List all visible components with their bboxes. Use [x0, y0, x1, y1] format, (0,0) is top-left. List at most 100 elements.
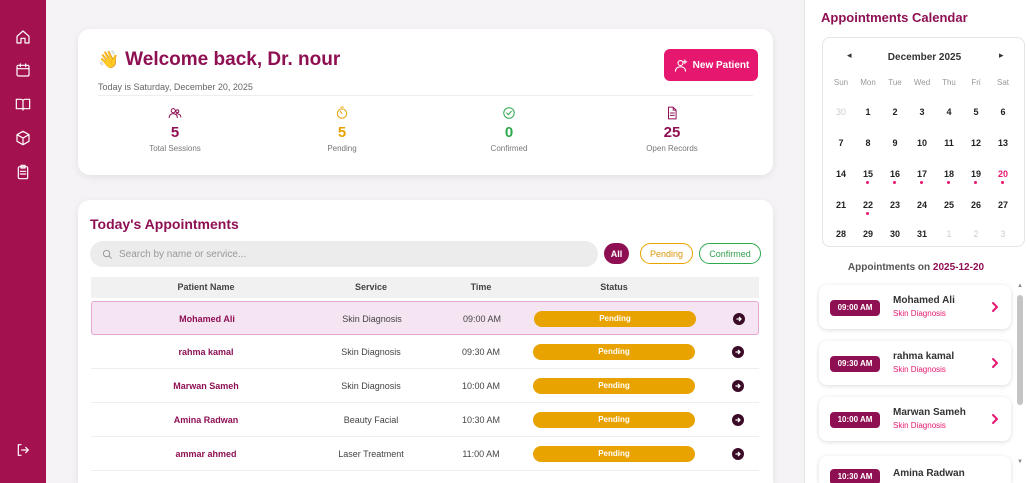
scrollbar[interactable]: ▲ ▼ — [1016, 283, 1024, 473]
stat-label: Confirmed — [490, 144, 528, 153]
calendar-day[interactable]: 6 — [991, 104, 1015, 120]
calendar-day[interactable]: 2 — [883, 104, 907, 120]
calendar-day[interactable]: 5 — [964, 104, 988, 120]
calendar-day-number: 17 — [916, 169, 927, 179]
appointment-card[interactable]: 09:00 AM Mohamed Ali Skin Diagnosis — [819, 285, 1011, 329]
book-icon[interactable] — [13, 94, 33, 114]
column-time: Time — [470, 282, 492, 292]
calendar-day[interactable]: 14 — [829, 166, 853, 182]
calendar-day[interactable]: 1 — [856, 104, 880, 120]
time: 09:30 AM — [461, 347, 501, 357]
arrow-right-icon[interactable] — [732, 414, 744, 426]
arrow-right-icon[interactable] — [732, 346, 744, 358]
calendar-day[interactable]: 23 — [883, 197, 907, 213]
calendar-day[interactable]: 17 — [910, 166, 934, 184]
cube-icon[interactable] — [13, 128, 33, 148]
calendar-day[interactable]: 10 — [910, 135, 934, 151]
scroll-up-arrow[interactable]: ▲ — [1017, 283, 1023, 289]
calendar-day[interactable]: 25 — [937, 197, 961, 213]
appointment-service: Skin Diagnosis — [893, 365, 946, 374]
appointments-title: Today's Appointments — [90, 216, 239, 232]
calendar-day[interactable]: 19 — [964, 166, 988, 184]
calendar-day[interactable]: 18 — [937, 166, 961, 184]
weekday-label: Sat — [996, 78, 1009, 87]
calendar-day[interactable]: 30 — [883, 226, 907, 242]
calendar-icon[interactable] — [13, 60, 33, 80]
calendar-day[interactable]: 1 — [937, 226, 961, 242]
calendar-day[interactable]: 2 — [964, 226, 988, 242]
calendar-day[interactable]: 3 — [991, 226, 1015, 242]
appointment-patient: Mohamed Ali — [893, 295, 955, 306]
calendar-day[interactable]: 11 — [937, 135, 961, 151]
table-row[interactable]: Marwan Sameh Skin Diagnosis 10:00 AM Pen… — [91, 369, 759, 403]
weekday-label: Mon — [860, 78, 876, 87]
calendar-day[interactable]: 29 — [856, 226, 880, 242]
timer-icon — [282, 106, 402, 124]
day-title-prefix: Appointments on — [847, 262, 931, 273]
filter-confirmed-button[interactable]: Confirmed — [699, 243, 761, 264]
calendar-day[interactable]: 21 — [829, 197, 853, 213]
appointment-dot — [1001, 181, 1004, 184]
patient-name: Amina Radwan — [173, 415, 239, 425]
time: 09:00 AM — [462, 314, 502, 324]
calendar-day[interactable]: 24 — [910, 197, 934, 213]
calendar-day[interactable]: 22 — [856, 197, 880, 215]
stat-value: 0 — [504, 124, 514, 141]
new-patient-button[interactable]: New Patient — [664, 49, 758, 81]
time: 11:00 AM — [462, 449, 500, 459]
status-badge: Pending — [533, 378, 695, 394]
welcome-card: 👋 Welcome back, Dr. nour Today is Saturd… — [78, 29, 773, 175]
appointment-card[interactable]: 10:00 AM Marwan Sameh Skin Diagnosis — [819, 397, 1011, 441]
stat-value: 25 — [663, 124, 681, 141]
table-row[interactable]: Amina Radwan Beauty Facial 10:30 AM Pend… — [91, 403, 759, 437]
calendar-day[interactable]: 8 — [856, 135, 880, 151]
calendar-day[interactable]: 27 — [991, 197, 1015, 213]
calendar-day[interactable]: 9 — [883, 135, 907, 151]
patient-name: ammar ahmed — [175, 449, 237, 459]
calendar-day[interactable]: 12 — [964, 135, 988, 151]
arrow-right-icon[interactable] — [733, 313, 745, 325]
table-row[interactable]: ammar ahmed Laser Treatment 11:00 AM Pen… — [91, 437, 759, 471]
calendar-day-number: 2 — [973, 229, 979, 239]
filter-all-button[interactable]: All — [604, 243, 629, 264]
calendar-day[interactable]: 7 — [829, 135, 853, 151]
calendar-day-number: 25 — [943, 200, 954, 210]
logout-icon[interactable] — [13, 440, 33, 460]
calendar-day-number: 21 — [835, 200, 846, 210]
table-row[interactable]: Mohamed Ali Skin Diagnosis 09:00 AM Pend… — [91, 301, 759, 335]
calendar-day[interactable]: 20 — [991, 166, 1015, 184]
filter-pending-button[interactable]: Pending — [640, 243, 693, 264]
scroll-down-arrow[interactable]: ▼ — [1017, 459, 1023, 465]
calendar-day-number: 3 — [1000, 229, 1006, 239]
home-icon[interactable] — [13, 27, 33, 47]
calendar-day-number: 6 — [1000, 107, 1006, 117]
calendar-day[interactable]: 15 — [856, 166, 880, 184]
search-input[interactable] — [119, 248, 559, 260]
clipboard-icon[interactable] — [13, 162, 33, 182]
calendar-day[interactable]: 28 — [829, 226, 853, 242]
column-status: Status — [600, 282, 628, 292]
next-month-button[interactable]: ▸ — [999, 50, 1004, 61]
table-row[interactable]: rahma kamal Skin Diagnosis 09:30 AM Pend… — [91, 335, 759, 369]
calendar-day[interactable]: 4 — [937, 104, 961, 120]
calendar-day-number: 16 — [889, 169, 900, 179]
calendar-day[interactable]: 16 — [883, 166, 907, 184]
arrow-right-icon[interactable] — [732, 380, 744, 392]
appointment-patient: Marwan Sameh — [893, 407, 966, 418]
check-circle-icon — [449, 106, 569, 124]
stat-label: Pending — [327, 144, 357, 153]
calendar-day-number: 22 — [862, 200, 873, 210]
appointment-card[interactable]: 10:30 AM Amina Radwan — [819, 456, 1011, 483]
calendar-day-number: 27 — [997, 200, 1008, 210]
weekday-label: Sun — [833, 78, 849, 87]
service: Skin Diagnosis — [342, 314, 402, 324]
calendar-day[interactable]: 31 — [910, 226, 934, 242]
calendar-day-number: 12 — [970, 138, 981, 148]
arrow-right-icon[interactable] — [732, 448, 744, 460]
scroll-thumb[interactable] — [1017, 295, 1023, 405]
calendar-day[interactable]: 3 — [910, 104, 934, 120]
calendar-day[interactable]: 13 — [991, 135, 1015, 151]
calendar-day[interactable]: 26 — [964, 197, 988, 213]
appointment-card[interactable]: 09:30 AM rahma kamal Skin Diagnosis — [819, 341, 1011, 385]
calendar-day[interactable]: 30 — [829, 104, 853, 120]
